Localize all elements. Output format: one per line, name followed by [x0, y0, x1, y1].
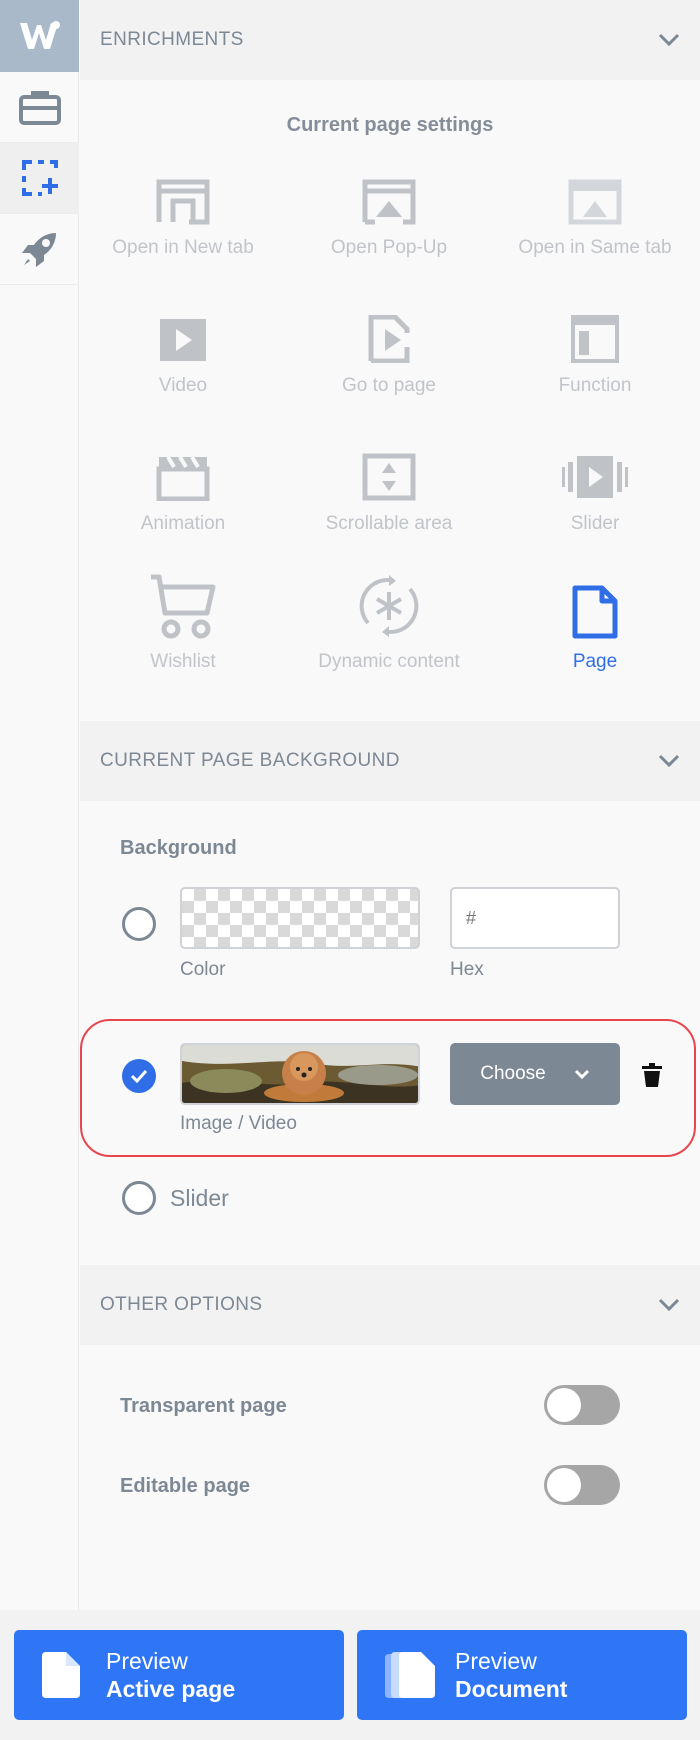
toggle-knob [547, 1388, 581, 1422]
add-selection-icon [21, 160, 58, 196]
slider-icon [562, 456, 628, 498]
tile-label: Page [572, 651, 618, 672]
page-icon [572, 585, 618, 639]
add-area-tool[interactable] [0, 143, 79, 214]
tile-video[interactable]: Video [80, 297, 286, 435]
tile-label: Slider [570, 513, 620, 534]
checkmark-icon [130, 1069, 148, 1083]
hex-input[interactable] [450, 887, 620, 949]
preview-active-page-button[interactable]: Preview Active page [14, 1630, 344, 1720]
image-video-radio[interactable] [122, 1059, 156, 1093]
preview-footer: Preview Active page Preview Document [0, 1610, 700, 1740]
chevron-down-icon[interactable] [658, 33, 680, 47]
chevron-down-icon [574, 1069, 589, 1079]
tile-animation[interactable]: Animation [80, 435, 286, 573]
puppy-photo [182, 1045, 418, 1103]
tile-dynamic-content[interactable]: Dynamic content [286, 573, 492, 711]
image-video-caption: Image / Video [180, 1113, 297, 1134]
tile-label: Scrollable area [325, 513, 453, 534]
tile-label: Open in Same tab [518, 237, 672, 258]
slider-radio[interactable] [122, 1181, 156, 1215]
popup-icon [362, 179, 416, 225]
tile-function[interactable]: Function [492, 297, 698, 435]
background-section-title: CURRENT PAGE BACKGROUND [100, 750, 400, 771]
tile-label: Animation [140, 513, 226, 534]
background-title: Background [120, 837, 237, 859]
color-radio[interactable] [122, 907, 156, 941]
color-caption: Color [180, 959, 226, 980]
main-panel: ENRICHMENTS Current page settings Open i… [80, 0, 700, 1607]
preview-document-line1: Preview [455, 1648, 537, 1674]
enrichment-grid: Open in New tab Open Pop-Up Open in Same… [80, 159, 700, 711]
tile-open-new-tab[interactable]: Open in New tab [80, 159, 286, 297]
other-options-title: OTHER OPTIONS [100, 1294, 263, 1315]
toolbox-tool[interactable] [0, 72, 79, 143]
tile-label: Open Pop-Up [330, 237, 448, 258]
current-page-settings: Current page settings Open in New tab Op… [80, 80, 700, 721]
clapperboard-icon [156, 455, 210, 501]
new-tab-icon [156, 179, 210, 225]
other-options-block: Transparent page Editable page [80, 1345, 700, 1607]
tile-label: Open in New tab [112, 237, 254, 258]
document-icon [385, 1652, 435, 1698]
app-logo[interactable] [0, 0, 79, 72]
tile-label: Wishlist [150, 651, 216, 672]
tile-label: Function [558, 375, 632, 396]
dynamic-content-icon [359, 575, 419, 637]
briefcase-icon [18, 91, 61, 125]
background-header[interactable]: CURRENT PAGE BACKGROUND [80, 721, 700, 801]
tile-open-same-tab[interactable]: Open in Same tab [492, 159, 698, 297]
tile-label: Go to page [341, 375, 437, 396]
preview-active-line2: Active page [106, 1676, 236, 1702]
enrichments-header[interactable]: ENRICHMENTS [80, 0, 700, 80]
left-rail [0, 0, 79, 1610]
logo-icon [19, 21, 60, 49]
editable-page-label: Editable page [120, 1475, 251, 1497]
transparent-page-label: Transparent page [120, 1395, 287, 1417]
image-video-row: Image / Video Choose [80, 1019, 696, 1157]
settings-subtitle: Current page settings [286, 114, 494, 136]
chevron-down-icon[interactable] [658, 1298, 680, 1312]
tile-scrollable-area[interactable]: Scrollable area [286, 435, 492, 573]
tile-go-to-page[interactable]: Go to page [286, 297, 492, 435]
publish-tool[interactable] [0, 214, 79, 285]
page-icon [42, 1652, 80, 1698]
slider-option-label: Slider [170, 1185, 229, 1211]
video-icon [160, 319, 206, 361]
choose-button[interactable]: Choose [450, 1043, 620, 1105]
enrichments-title: ENRICHMENTS [100, 29, 244, 50]
image-thumbnail[interactable] [180, 1043, 420, 1105]
tile-slider[interactable]: Slider [492, 435, 698, 573]
other-options-header[interactable]: OTHER OPTIONS [80, 1265, 700, 1345]
transparent-page-toggle[interactable] [544, 1385, 620, 1425]
editable-page-toggle[interactable] [544, 1465, 620, 1505]
tile-open-popup[interactable]: Open Pop-Up [286, 159, 492, 297]
chevron-down-icon[interactable] [658, 754, 680, 768]
delete-button[interactable] [642, 1063, 662, 1092]
tile-label: Dynamic content [318, 651, 460, 672]
tile-wishlist[interactable]: Wishlist [80, 573, 286, 711]
tile-label: Video [158, 375, 208, 396]
preview-document-button[interactable]: Preview Document [357, 1630, 687, 1720]
same-tab-icon [568, 179, 622, 225]
choose-label: Choose [480, 1063, 546, 1084]
tile-page[interactable]: Page [492, 573, 698, 711]
rocket-icon [21, 233, 56, 267]
function-icon [571, 315, 619, 363]
trash-icon [642, 1063, 662, 1087]
background-block: Background Color Hex [80, 801, 700, 1265]
goto-page-icon [368, 315, 410, 363]
cart-icon [151, 574, 216, 639]
hex-caption: Hex [450, 959, 484, 980]
color-swatch[interactable] [180, 887, 420, 949]
toggle-knob [547, 1468, 581, 1502]
preview-active-line1: Preview [106, 1648, 188, 1674]
scroll-area-icon [362, 453, 416, 501]
preview-document-line2: Document [455, 1676, 568, 1702]
